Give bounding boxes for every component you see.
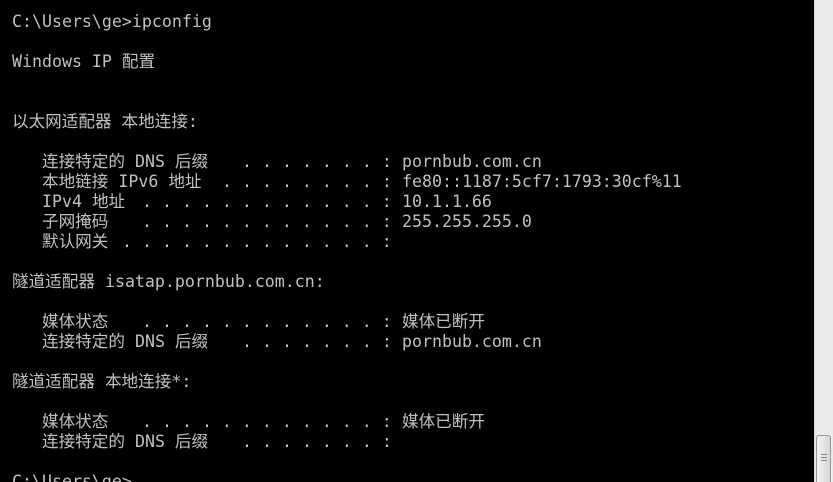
row-value: 255.255.255.0 (402, 212, 532, 231)
row-leader: . . . . . . . . . . . . : (142, 412, 392, 431)
grip-line (821, 454, 827, 455)
console-window[interactable]: C:\Users\ge>ipconfig Windows IP 配置 以太网适配… (0, 0, 814, 482)
row-value: 媒体已断开 (402, 312, 485, 331)
adapter-title-tunnel-local: 隧道适配器 本地连接*: (12, 372, 192, 391)
row-label: IPv4 地址 (42, 192, 126, 211)
row-label: 媒体状态 (42, 412, 109, 431)
row-value: fe80::1187:5cf7:1793:30cf%11 (402, 172, 682, 191)
row-value: pornbub.com.cn (402, 152, 542, 171)
row-leader: . . . . . . . : (242, 152, 392, 171)
row-leader: . . . . . . . . : (222, 172, 392, 191)
row-label: 媒体状态 (42, 312, 109, 331)
row-label: 连接特定的 DNS 后缀 (42, 152, 209, 171)
row-label: 子网掩码 (42, 212, 109, 231)
command-prompt[interactable]: C:\Users\ge> (12, 472, 132, 482)
row-label: 本地链接 IPv6 地址 (42, 172, 202, 191)
row-leader: . . . . . . . : (242, 432, 392, 451)
row-leader: . . . . . . . : (242, 332, 392, 351)
adapter-title-ethernet: 以太网适配器 本地连接: (12, 112, 198, 131)
row-leader: . . . . . . . . . . . . : (142, 212, 392, 231)
row-leader: . . . . . . . . . . . . : (142, 312, 392, 331)
command-line: C:\Users\ge>ipconfig (12, 12, 212, 31)
row-label: 连接特定的 DNS 后缀 (42, 332, 209, 351)
row-label: 连接特定的 DNS 后缀 (42, 432, 209, 451)
row-value: 媒体已断开 (402, 412, 485, 431)
row-label: 默认网关 (42, 232, 109, 251)
scrollbar-thumb[interactable] (816, 435, 831, 482)
grip-line (821, 460, 827, 461)
grip-line (821, 457, 827, 458)
vertical-scrollbar[interactable] (814, 0, 833, 482)
row-value: pornbub.com.cn (402, 332, 542, 351)
adapter-title-isatap: 隧道适配器 isatap.pornbub.com.cn: (12, 272, 325, 291)
row-leader: . . . . . . . . . . . . . : (122, 232, 392, 251)
row-value: 10.1.1.66 (402, 192, 492, 211)
ipconfig-header: Windows IP 配置 (12, 52, 156, 71)
row-leader: . . . . . . . . . . . . : (142, 192, 392, 211)
